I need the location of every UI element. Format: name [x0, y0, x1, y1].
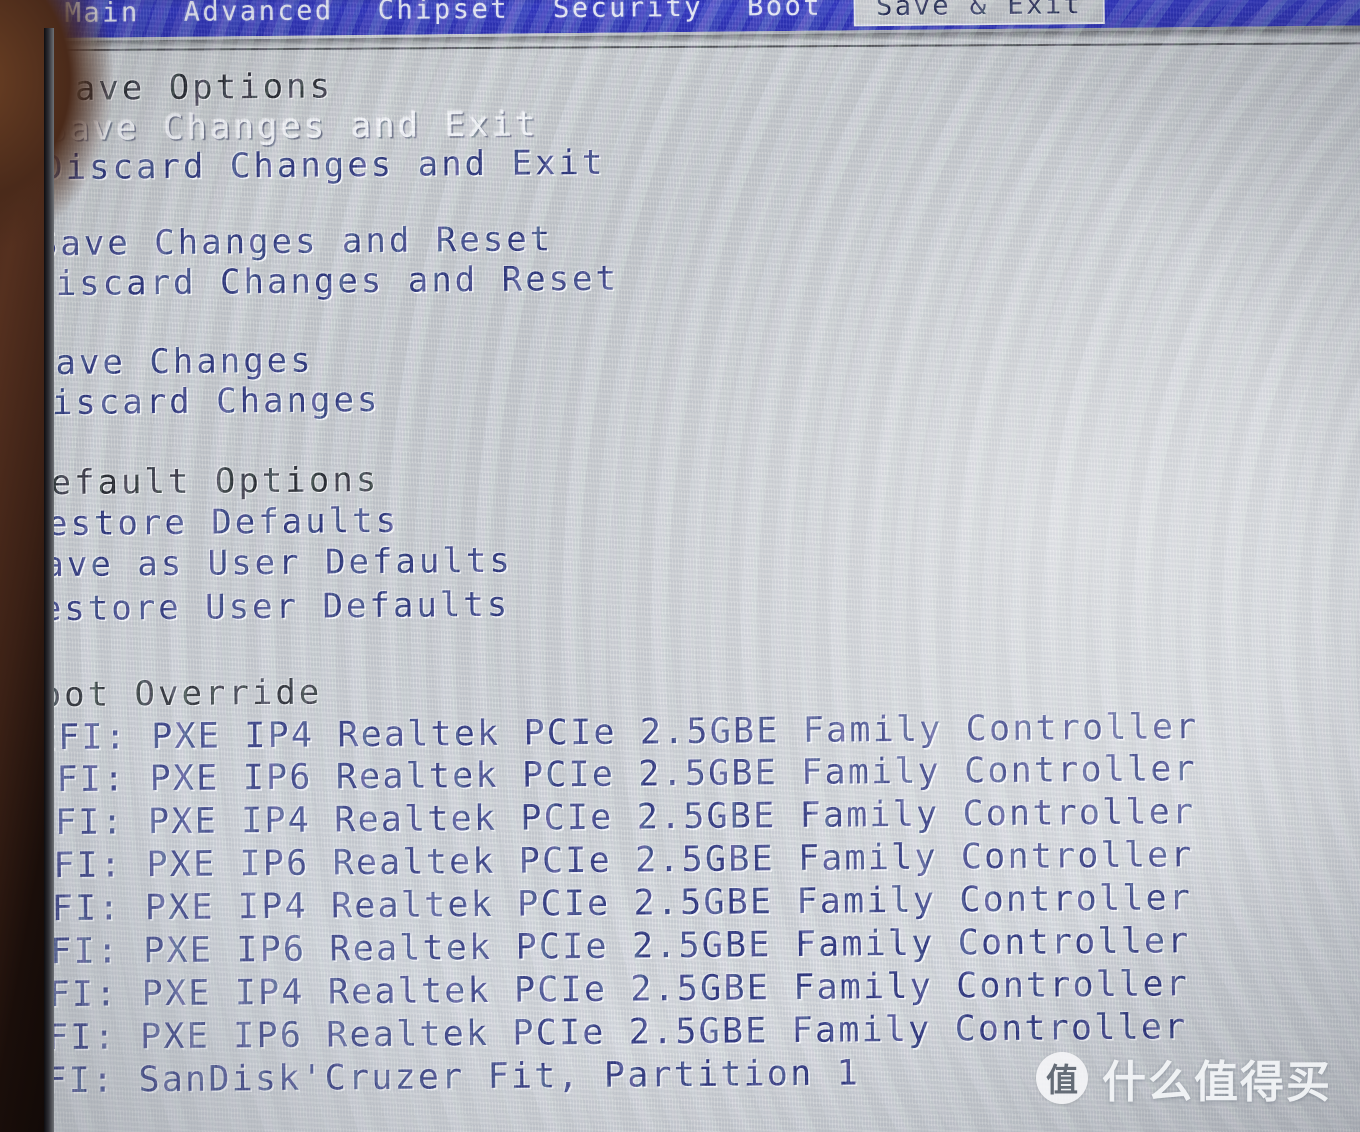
boot-override-entry-8[interactable]: UEFI: PXE IP6 Realtek PCIe 2.5GBE Family… — [0, 1007, 1187, 1058]
menu-item-discard-changes-and-exit[interactable]: Discard Changes and Exit — [42, 143, 606, 188]
boot-override-entry-9[interactable]: UEFI: SanDisk'Cruzer Fit, Partition 1 — [0, 1053, 860, 1101]
monitor-bezel-inner-edge — [44, 28, 54, 1132]
bios-content: Save Options Save Changes and Exit Disca… — [0, 0, 1360, 1132]
boot-override-entry-6[interactable]: UEFI: PXE IP6 Realtek PCIe 2.5GBE Family… — [3, 921, 1190, 972]
boot-override-entry-7[interactable]: UEFI: PXE IP4 Realtek PCIe 2.5GBE Family… — [2, 964, 1189, 1015]
monitor-bezel-corner — [0, 0, 120, 260]
menu-item-save-changes[interactable]: Save Changes — [32, 341, 314, 384]
boot-override-entry-5[interactable]: UEFI: PXE IP4 Realtek PCIe 2.5GBE Family… — [5, 878, 1192, 929]
watermark-badge-icon: 值 — [1036, 1052, 1088, 1104]
section-heading-default-options: Default Options — [26, 459, 380, 504]
watermark: 值 什么值得买 — [1036, 1046, 1332, 1110]
watermark-label: 什么值得买 — [1102, 1057, 1332, 1108]
boot-override-entry-3[interactable]: UEFI: PXE IP4 Realtek PCIe 2.5GBE Family… — [8, 792, 1195, 843]
menu-item-discard-changes[interactable]: Discard Changes — [28, 380, 380, 423]
menu-item-save-as-user-defaults[interactable]: Save as User Defaults — [20, 541, 513, 586]
boot-override-entry-4[interactable]: UEFI: PXE IP6 Realtek PCIe 2.5GBE Family… — [7, 835, 1194, 886]
boot-override-entry-1[interactable]: UEFI: PXE IP4 Realtek PCIe 2.5GBE Family… — [11, 707, 1198, 758]
boot-override-entry-2[interactable]: UEFI: PXE IP6 Realtek PCIe 2.5GBE Family… — [10, 749, 1197, 800]
bios-screen-photo: Copyright (C) 2021 Main Advanced Chipset… — [0, 0, 1360, 1132]
menu-item-restore-defaults[interactable]: Restore Defaults — [23, 501, 399, 545]
bios-screen: Copyright (C) 2021 Main Advanced Chipset… — [0, 0, 1360, 1132]
section-heading-boot-override: Boot Override — [17, 672, 323, 716]
menu-item-discard-changes-and-reset[interactable]: Discard Changes and Reset — [32, 259, 619, 305]
menu-item-restore-user-defaults[interactable]: Restore User Defaults — [17, 585, 510, 630]
